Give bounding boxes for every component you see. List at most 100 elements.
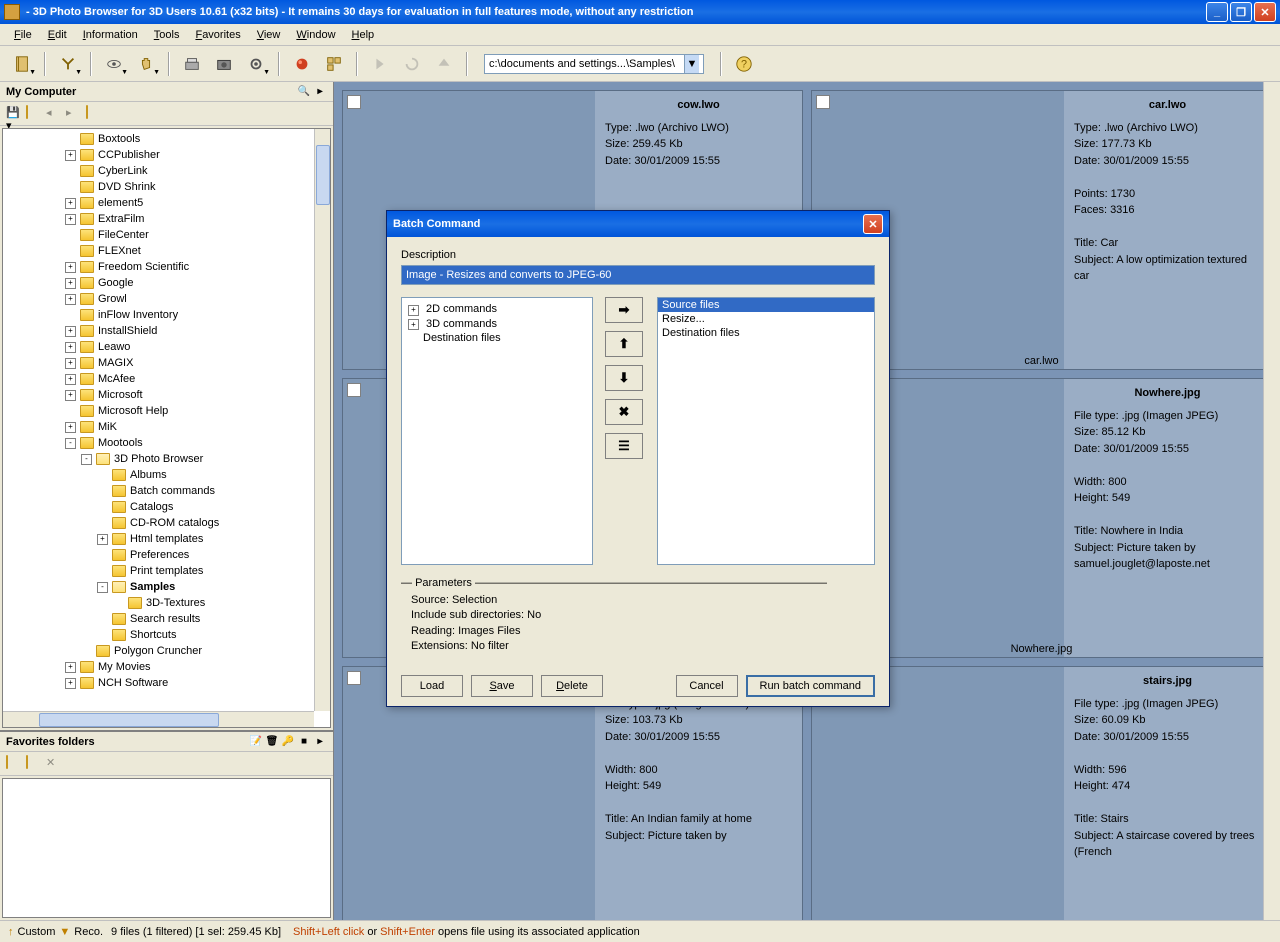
help-icon[interactable]: ?: [730, 50, 758, 78]
tree-label[interactable]: Freedom Scientific: [98, 261, 189, 273]
expand-icon[interactable]: +: [65, 342, 76, 353]
tree-label[interactable]: Boxtools: [98, 133, 140, 145]
tree-node[interactable]: + Growl: [5, 291, 328, 307]
tree-node[interactable]: Batch commands: [5, 483, 328, 499]
tree-node[interactable]: +Leawo: [5, 339, 328, 355]
tree-label[interactable]: My Movies: [98, 661, 151, 673]
description-input[interactable]: [401, 265, 875, 285]
tree-label[interactable]: Growl: [98, 293, 127, 305]
expand-icon[interactable]: -: [65, 438, 76, 449]
tree-node[interactable]: Albums: [5, 467, 328, 483]
tree-label[interactable]: FileCenter: [98, 229, 149, 241]
scanner-icon[interactable]: [178, 50, 206, 78]
notebook-icon[interactable]: ▼: [8, 50, 36, 78]
tree-label[interactable]: McAfee: [98, 373, 135, 385]
up-icon[interactable]: [430, 50, 458, 78]
forward-icon[interactable]: [366, 50, 394, 78]
tree-node[interactable]: FileCenter: [5, 227, 328, 243]
tree-node[interactable]: Boxtools: [5, 131, 328, 147]
tree-node[interactable]: Catalogs: [5, 499, 328, 515]
tree-label[interactable]: Microsoft: [98, 389, 143, 401]
tree-label[interactable]: Html templates: [130, 533, 203, 545]
eye-icon[interactable]: ▼: [100, 50, 128, 78]
folder-tree[interactable]: Boxtools +CCPublisherCyberLink DVD Shrink +…: [2, 128, 331, 728]
drive-icon[interactable]: 💾▾: [6, 106, 22, 122]
close-button[interactable]: ✕: [1254, 2, 1276, 22]
camera-icon[interactable]: [210, 50, 238, 78]
load-button[interactable]: Load: [401, 675, 463, 697]
address-dropdown-button[interactable]: ▼: [684, 55, 699, 73]
tree-node[interactable]: +Freedom Scientific: [5, 259, 328, 275]
selected-command-item[interactable]: Destination files: [658, 326, 874, 340]
tree-label[interactable]: NCH Software: [98, 677, 168, 689]
tree-node[interactable]: 3D-Textures: [5, 595, 328, 611]
expand-icon[interactable]: +: [65, 294, 76, 305]
tree-node[interactable]: +CCPublisher: [5, 147, 328, 163]
tree-label[interactable]: Catalogs: [130, 501, 173, 513]
tree-node[interactable]: +ExtraFilm: [5, 211, 328, 227]
selected-commands-list[interactable]: Source filesResize...Destination files: [657, 297, 875, 565]
tree-node[interactable]: -3D Photo Browser: [5, 451, 328, 467]
menu-file[interactable]: File: [6, 27, 40, 43]
tree-label[interactable]: DVD Shrink: [98, 181, 155, 193]
options-icon[interactable]: ▸: [313, 85, 327, 99]
back-icon[interactable]: ◂: [46, 106, 62, 122]
tree-node[interactable]: FLEXnet: [5, 243, 328, 259]
folder-icon[interactable]: [26, 106, 42, 122]
fav-note-icon[interactable]: 📝: [249, 735, 263, 749]
menu-help[interactable]: Help: [344, 27, 383, 43]
commands-tree[interactable]: + 2D commands+ 3D commandsDestination fi…: [401, 297, 593, 565]
tree-label[interactable]: FLEXnet: [98, 245, 141, 257]
tree-node[interactable]: +Google: [5, 275, 328, 291]
minimize-button[interactable]: _: [1206, 2, 1228, 22]
menu-information[interactable]: Information: [75, 27, 146, 43]
cancel-button[interactable]: Cancel: [676, 675, 738, 697]
remove-button[interactable]: ✖: [605, 399, 643, 425]
expand-icon[interactable]: +: [408, 305, 419, 316]
command-tree-item[interactable]: + 3D commands: [406, 317, 588, 332]
expand-icon[interactable]: +: [65, 422, 76, 433]
tree-label[interactable]: CD-ROM catalogs: [130, 517, 219, 529]
tree-label[interactable]: Batch commands: [130, 485, 215, 497]
dialog-close-button[interactable]: ✕: [863, 214, 883, 234]
tree-node[interactable]: Search results: [5, 611, 328, 627]
save-button[interactable]: Save: [471, 675, 533, 697]
fav-del2-icon[interactable]: ✕: [46, 756, 62, 772]
fav-folder1-icon[interactable]: [6, 756, 22, 772]
command-tree-item[interactable]: + 2D commands: [406, 302, 588, 317]
search-icon[interactable]: 🔍: [297, 85, 311, 99]
content-scrollbar[interactable]: [1263, 82, 1280, 920]
fav-del-icon[interactable]: 🗑: [265, 735, 279, 749]
tree-label[interactable]: InstallShield: [98, 325, 157, 337]
fav-key-icon[interactable]: 🔑: [281, 735, 295, 749]
fwd-icon[interactable]: ▸: [66, 106, 82, 122]
tree-label[interactable]: Print templates: [130, 565, 203, 577]
properties-button[interactable]: ☰: [605, 433, 643, 459]
tree-label[interactable]: 3D-Textures: [146, 597, 205, 609]
tree-label[interactable]: Search results: [130, 613, 200, 625]
tree-label[interactable]: Preferences: [130, 549, 189, 561]
tree-label[interactable]: inFlow Inventory: [98, 309, 178, 321]
menu-favorites[interactable]: Favorites: [187, 27, 248, 43]
expand-icon[interactable]: +: [65, 326, 76, 337]
expand-icon[interactable]: +: [65, 678, 76, 689]
expand-icon[interactable]: +: [65, 662, 76, 673]
fav-folder2-icon[interactable]: [26, 756, 42, 772]
fav-pin-icon[interactable]: ■: [297, 735, 311, 749]
expand-icon[interactable]: +: [65, 198, 76, 209]
expand-icon[interactable]: +: [65, 150, 76, 161]
move-up-button[interactable]: ⬆: [605, 331, 643, 357]
tree-label[interactable]: Shortcuts: [130, 629, 176, 641]
expand-icon[interactable]: +: [65, 358, 76, 369]
tree-label[interactable]: Mootools: [98, 437, 143, 449]
delete-button[interactable]: Delete: [541, 675, 603, 697]
tree-node[interactable]: CyberLink: [5, 163, 328, 179]
tree-node[interactable]: -Samples: [5, 579, 328, 595]
tree-node[interactable]: Preferences: [5, 547, 328, 563]
tree-node[interactable]: +element5: [5, 195, 328, 211]
expand-icon[interactable]: -: [81, 454, 92, 465]
expand-icon[interactable]: +: [408, 319, 419, 330]
address-bar[interactable]: c:\documents and settings...\Samples\ ▼: [484, 54, 704, 74]
add-button[interactable]: ➡: [605, 297, 643, 323]
tree-scrollbar-v[interactable]: [314, 129, 330, 711]
